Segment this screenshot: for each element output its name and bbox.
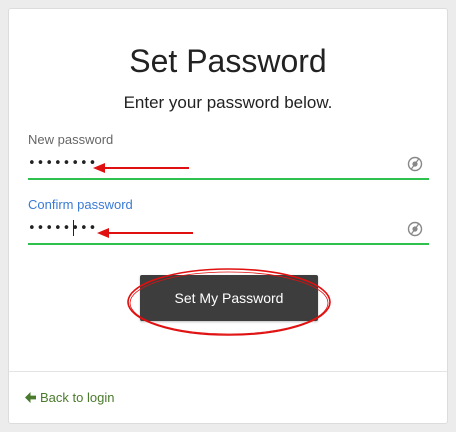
- red-arrow-icon: [93, 163, 189, 173]
- eye-icon[interactable]: [407, 156, 423, 172]
- confirm-password-input[interactable]: [28, 217, 398, 239]
- new-password-underline: [28, 178, 429, 180]
- page-subtitle: Enter your password below.: [123, 93, 333, 112]
- red-arrow-icon: [97, 228, 193, 238]
- back-to-login-link[interactable]: Back to login: [25, 390, 114, 405]
- submit-row: Set My Password: [9, 275, 447, 335]
- new-password-field[interactable]: New password: [28, 130, 429, 180]
- footer-divider: [9, 371, 447, 372]
- page-title: Set Password: [129, 43, 327, 79]
- set-password-card: Set Password Enter your password below. …: [8, 8, 448, 424]
- confirm-password-underline: [28, 243, 429, 245]
- new-password-label: New password: [28, 132, 114, 147]
- set-my-password-button[interactable]: Set My Password: [140, 275, 318, 321]
- confirm-password-label: Confirm password: [28, 197, 133, 212]
- text-caret: [73, 220, 74, 236]
- new-password-input[interactable]: [28, 152, 398, 174]
- back-to-login-label: Back to login: [40, 390, 115, 405]
- eye-icon[interactable]: [407, 221, 423, 237]
- arrow-left-icon: [25, 392, 36, 403]
- confirm-password-field[interactable]: Confirm password: [28, 195, 429, 245]
